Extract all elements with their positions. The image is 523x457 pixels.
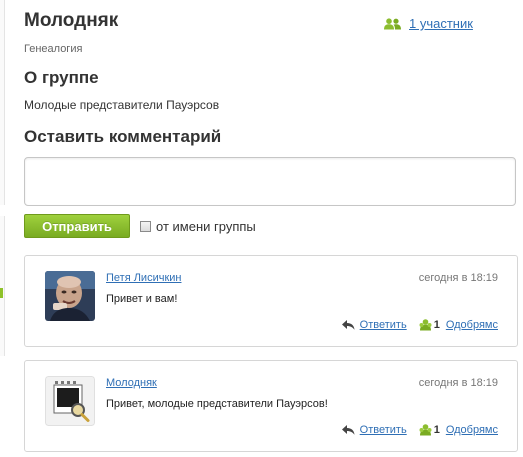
comment-author-link[interactable]: Петя Лисичкин [106, 272, 181, 284]
about-text: Молодые представители Пауэрсов [24, 98, 220, 112]
users-icon [384, 17, 401, 30]
approve-link[interactable]: 1 Одобрямс [419, 319, 498, 331]
left-column-edge-lower [0, 216, 5, 356]
reply-arrow-icon [341, 320, 355, 330]
as-group-checkbox[interactable] [140, 221, 151, 232]
approve-label: Одобрямс [445, 319, 498, 331]
about-heading: О группе [24, 68, 99, 87]
members-link[interactable]: 1 участник [384, 16, 473, 31]
comment-item: Петя Лисичкин сегодня в 18:19 Привет и в… [24, 255, 518, 347]
as-group-option[interactable]: от имени группы [140, 219, 256, 234]
comment-timestamp: сегодня в 18:19 [418, 272, 498, 284]
group-title: Молодняк [24, 10, 119, 31]
approve-icon [419, 319, 432, 331]
members-link-label: 1 участник [409, 16, 473, 31]
comment-input[interactable] [24, 157, 516, 206]
comment-text: Привет, молодые представители Пауэрсов! [106, 398, 328, 410]
comment-timestamp: сегодня в 18:19 [418, 377, 498, 389]
avatar[interactable] [45, 376, 95, 426]
approve-count: 1 [433, 319, 440, 331]
approve-count: 1 [433, 424, 440, 436]
reply-link[interactable]: Ответить [341, 319, 407, 331]
left-edge-marker [0, 288, 3, 298]
reply-label: Ответить [359, 424, 407, 436]
group-category: Генеалогия [24, 43, 83, 55]
reply-label: Ответить [359, 319, 407, 331]
send-button[interactable]: Отправить [24, 214, 130, 238]
comment-item: Молодняк сегодня в 18:19 Привет, молодые… [24, 360, 518, 452]
comment-author-link[interactable]: Молодняк [106, 377, 157, 389]
approve-icon [419, 424, 432, 436]
comment-actions: Ответить 1 Одобрямс [341, 319, 498, 331]
comment-text: Привет и вам! [106, 293, 178, 305]
comment-form-heading: Оставить комментарий [24, 127, 222, 146]
reply-arrow-icon [341, 425, 355, 435]
comment-actions: Ответить 1 Одобрямс [341, 424, 498, 436]
as-group-label: от имени группы [156, 219, 256, 234]
approve-link[interactable]: 1 Одобрямс [419, 424, 498, 436]
approve-label: Одобрямс [445, 424, 498, 436]
left-column-edge [0, 0, 5, 205]
reply-link[interactable]: Ответить [341, 424, 407, 436]
avatar[interactable] [45, 271, 95, 321]
